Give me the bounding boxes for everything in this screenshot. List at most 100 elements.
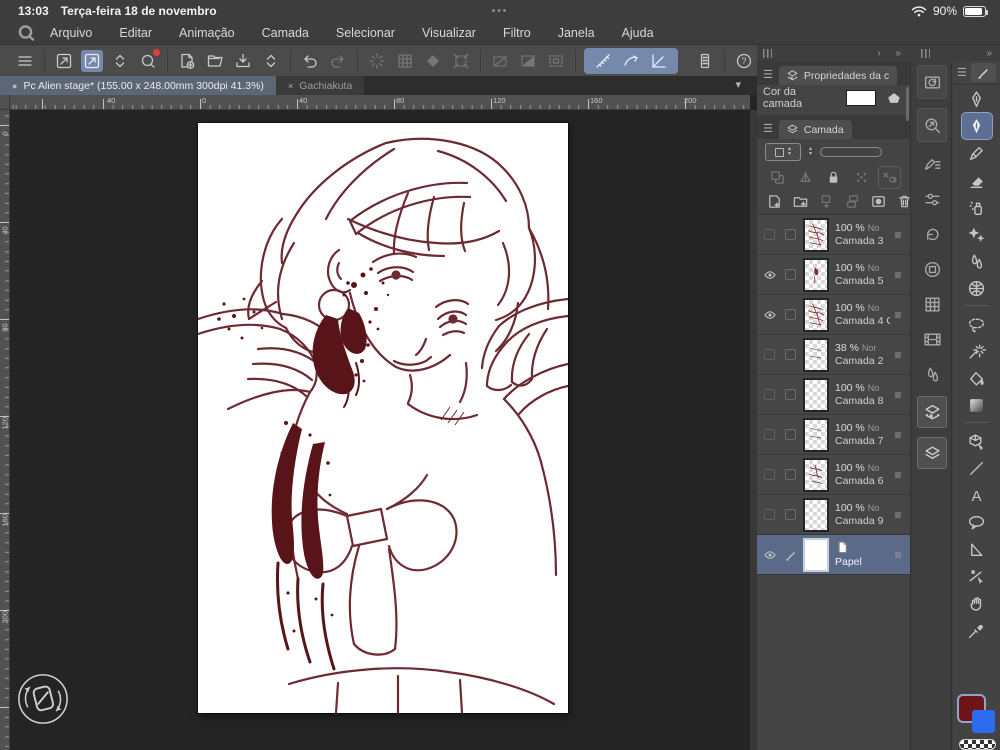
layer-row[interactable]: 100 % No Camada 6 ≡: [757, 455, 910, 495]
clip-studio-logo-icon[interactable]: [16, 24, 36, 42]
collapse-chevrons-button[interactable]: [260, 50, 282, 72]
layer-thumbnail[interactable]: [803, 217, 829, 252]
tool-text[interactable]: A: [962, 482, 992, 508]
snap-ruler-button[interactable]: [592, 50, 614, 72]
layer-property-panel-button[interactable]: [917, 396, 947, 428]
tool-eraser[interactable]: [962, 167, 992, 193]
layer-row[interactable]: 100 % No Camada 5 ≡: [757, 255, 910, 295]
layer-row[interactable]: 100 % No Camada 4 C ≡: [757, 295, 910, 335]
pan-tool-button[interactable]: [53, 50, 75, 72]
sync-button[interactable]: [366, 50, 388, 72]
panel-menu-icon[interactable]: ☰: [763, 122, 773, 139]
undo-button[interactable]: [299, 50, 321, 72]
tool-gradient[interactable]: [962, 392, 992, 418]
color-wheel-panel-button[interactable]: [919, 221, 945, 247]
canvas-page[interactable]: [198, 123, 568, 713]
timeline-panel-button[interactable]: [919, 326, 945, 352]
quick-access-panel-button[interactable]: [917, 65, 947, 99]
opacity-stepper[interactable]: ▴ ▾: [809, 146, 812, 157]
new-canvas-button[interactable]: [176, 50, 198, 72]
tool-decoration[interactable]: [962, 221, 992, 247]
layer-menu-handle[interactable]: ≡: [890, 428, 906, 442]
tab-list-chevron-icon[interactable]: ▾: [735, 78, 741, 91]
layer-visible-eye-icon[interactable]: [759, 268, 780, 282]
document-tab[interactable]: × Gachiakuta: [275, 76, 365, 95]
tool-pen[interactable]: [962, 86, 992, 112]
tool-lasso-select[interactable]: [962, 311, 992, 337]
tool-brush[interactable]: [962, 140, 992, 166]
rotate-canvas-button[interactable]: [16, 672, 70, 726]
opacity-slider[interactable]: [820, 147, 883, 157]
tool-tab-pencil[interactable]: [970, 63, 996, 82]
layer-checkbox[interactable]: [780, 509, 801, 520]
layer-checkbox[interactable]: [780, 229, 801, 240]
layer-thumbnail[interactable]: [803, 337, 829, 372]
frame-border-button[interactable]: [450, 50, 472, 72]
edge-keyboard-button[interactable]: [694, 50, 716, 72]
layer-visible-eye-icon[interactable]: [759, 548, 780, 562]
close-tab-icon[interactable]: ×: [288, 81, 293, 91]
new-layer-button[interactable]: [766, 193, 783, 210]
layer-row[interactable]: 100 % No Camada 3 ≡: [757, 215, 910, 255]
background-color-swatch[interactable]: [971, 710, 995, 733]
layer-menu-handle[interactable]: ≡: [890, 388, 906, 402]
layer-hidden-toggle[interactable]: [759, 469, 780, 480]
blend-mode-selector[interactable]: ▴ ▾: [765, 143, 801, 161]
tool-hand[interactable]: [962, 590, 992, 616]
layer-row[interactable]: 100 % No Camada 9 ≡: [757, 495, 910, 535]
tab-layer-properties[interactable]: Propriedades da camad: [778, 66, 897, 85]
lock-transparent-pixels-button[interactable]: [853, 169, 870, 186]
menu-item-camada[interactable]: Camada: [262, 26, 309, 40]
layer-thumbnail[interactable]: [803, 297, 829, 332]
canvas-scrollbar[interactable]: [750, 110, 757, 750]
color-mixing-panel-button[interactable]: [919, 361, 945, 387]
layer-color-shape-icon[interactable]: [884, 90, 904, 106]
layer-menu-handle[interactable]: ≡: [890, 228, 906, 242]
lock-layer-button[interactable]: [825, 169, 842, 186]
tool-blend[interactable]: [962, 248, 992, 274]
tool-menu-icon[interactable]: ☰: [957, 66, 967, 79]
layer-menu-handle[interactable]: ≡: [890, 308, 906, 322]
layer-menu-handle[interactable]: ≡: [890, 348, 906, 362]
layer-menu-handle[interactable]: ≡: [890, 268, 906, 282]
layer-hidden-toggle[interactable]: [759, 229, 780, 240]
snap-special-ruler-button[interactable]: [620, 50, 642, 72]
gesture-tool-button[interactable]: [81, 49, 103, 72]
layer-mask-button[interactable]: [870, 193, 887, 210]
layer-row[interactable]: 100 % No Camada 8 ≡: [757, 375, 910, 415]
tool-figure[interactable]: [962, 455, 992, 481]
save-file-button[interactable]: [232, 50, 254, 72]
panel-grip-icon[interactable]: [763, 48, 772, 58]
ruler-range-button[interactable]: [797, 169, 814, 186]
tool-ruler[interactable]: [962, 536, 992, 562]
hamburger-menu-button[interactable]: [14, 50, 36, 72]
color-set-panel-button[interactable]: [919, 291, 945, 317]
menu-item-selecionar[interactable]: Selecionar: [336, 26, 395, 40]
delete-layer-button[interactable]: [896, 193, 913, 210]
invert-selection-button[interactable]: [517, 50, 539, 72]
layer-menu-handle[interactable]: ≡: [890, 508, 906, 522]
tool-property-panel-button[interactable]: [919, 186, 945, 212]
transparent-color-swatch[interactable]: [958, 739, 996, 750]
menu-item-janela[interactable]: Janela: [558, 26, 595, 40]
layer-thumbnail[interactable]: [803, 457, 829, 492]
layer-thumbnail[interactable]: [803, 417, 829, 452]
layer-row[interactable]: Papel ≡: [757, 535, 910, 575]
document-tab[interactable]: ● Pc Alien stage* (155.00 x 248.00mm 300d…: [0, 76, 276, 95]
transfer-to-lower-button[interactable]: [818, 193, 835, 210]
clip-to-layer-below-button[interactable]: [769, 169, 786, 186]
panel-menu-icon[interactable]: ☰: [763, 68, 773, 85]
collapse-arrows[interactable]: › »: [877, 48, 907, 59]
tool-fill[interactable]: [962, 365, 992, 391]
clip-studio-app-button[interactable]: [137, 48, 160, 72]
layer-row[interactable]: 38 % Nor Camada 2 ≡: [757, 335, 910, 375]
layer-thumbnail[interactable]: [803, 257, 829, 292]
sub-tool-panel-button[interactable]: [919, 151, 945, 177]
new-folder-button[interactable]: [792, 193, 809, 210]
menu-item-visualizar[interactable]: Visualizar: [422, 26, 476, 40]
tool-auto-select[interactable]: [962, 338, 992, 364]
redo-button[interactable]: [327, 50, 349, 72]
tool-balloon[interactable]: [962, 509, 992, 535]
menu-item-editar[interactable]: Editar: [119, 26, 152, 40]
tool-airbrush[interactable]: [962, 194, 992, 220]
